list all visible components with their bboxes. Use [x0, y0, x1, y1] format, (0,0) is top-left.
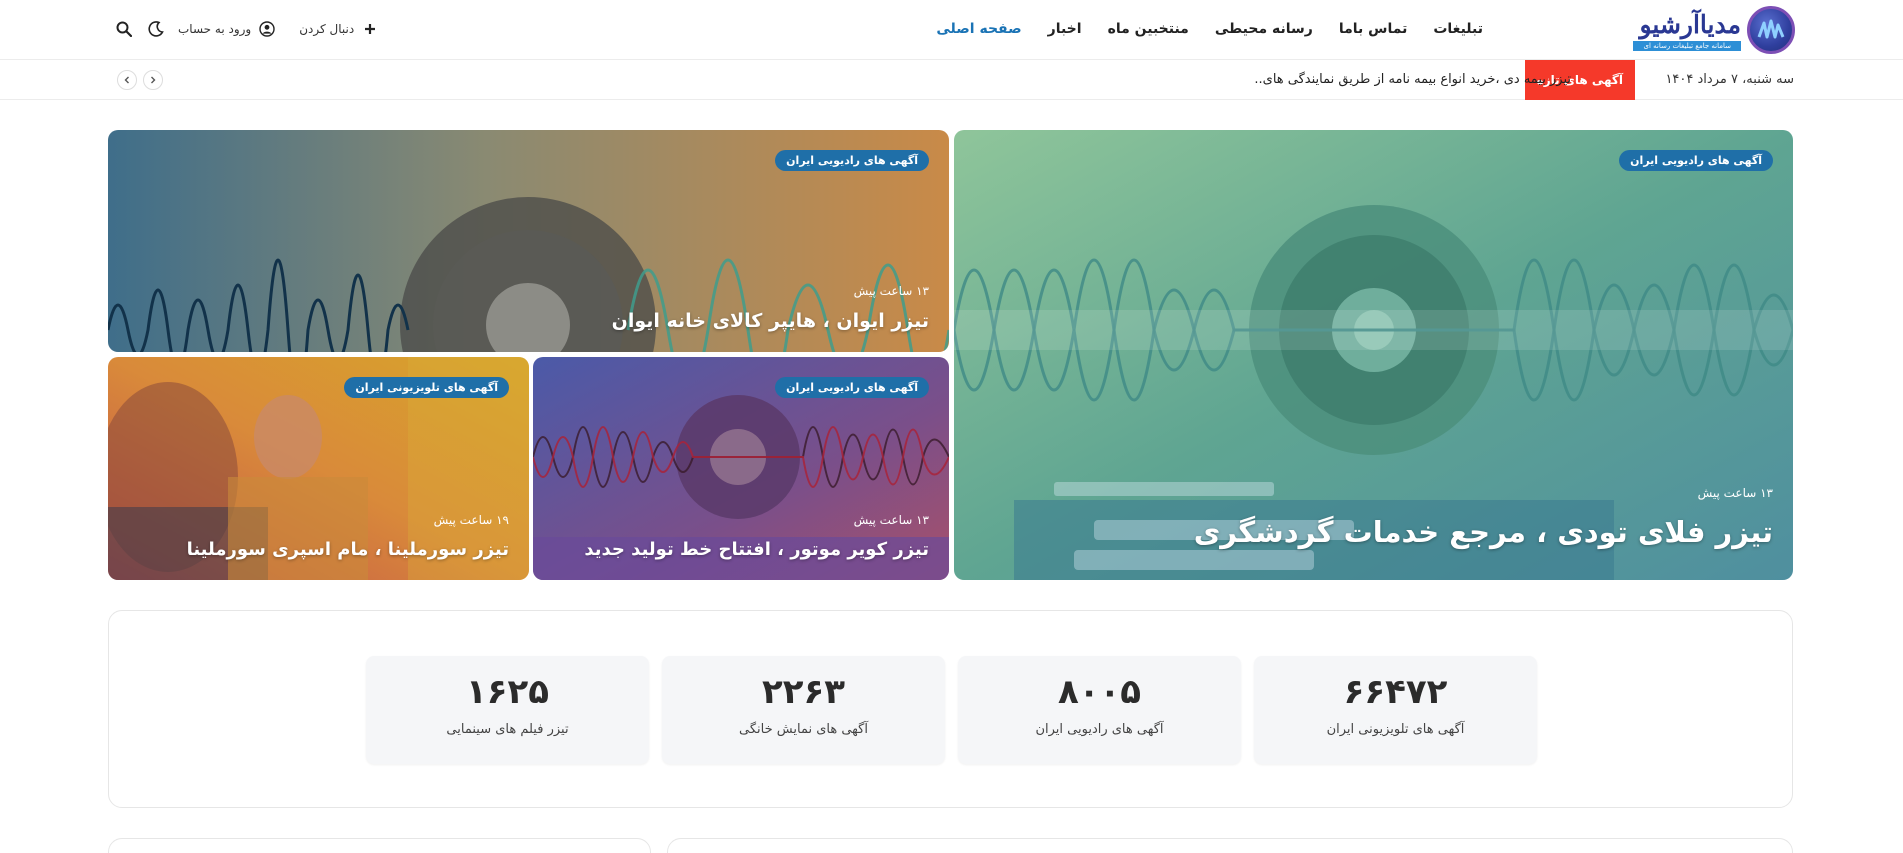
nav-item-outdoor-media[interactable]: رسانه محیطی	[1215, 21, 1313, 37]
category-badge[interactable]: آگهی های رادیویی ایران	[775, 377, 929, 398]
moon-icon[interactable]	[146, 19, 166, 39]
stats-panel: ۶۶۴۷۲ آگهی های تلویزیونی ایران ۸۰۰۵ آگهی…	[108, 610, 1793, 808]
nav-item-home[interactable]: صفحه اصلی	[936, 21, 1021, 37]
featured-card-mid[interactable]: آگهی های رادیویی ایران ۱۳ ساعت پیش تیزر …	[533, 357, 949, 580]
ticker-prev-button[interactable]	[117, 70, 137, 90]
site-header: مدیاآرشیو سامانه جامع تبلیغات رسانه ای ص…	[0, 0, 1903, 60]
featured-card-top[interactable]: آگهی های رادیویی ایران ۱۳ ساعت پیش تیزر …	[108, 130, 949, 352]
ticker-headline[interactable]: تیزر بیمه دی ،خرید انواع بیمه نامه از طر…	[871, 60, 1571, 100]
featured-card-main[interactable]: آگهی های رادیویی ایران ۱۳ ساعت پیش تیزر …	[954, 130, 1793, 580]
stat-card-tv-ads: ۶۶۴۷۲ آگهی های تلویزیونی ایران	[1254, 656, 1537, 764]
follow-label: دنبال کردن	[299, 22, 355, 36]
stat-value: ۶۶۴۷۲	[1343, 672, 1448, 712]
header-tools: ورود به حساب دنبال کردن	[114, 0, 380, 58]
stat-value: ۱۶۲۵	[465, 672, 549, 712]
nav-item-contact[interactable]: تماس باما	[1339, 21, 1408, 37]
stat-label[interactable]: آگهی های تلویزیونی ایران	[1254, 722, 1537, 737]
category-badge[interactable]: آگهی های رادیویی ایران	[1619, 150, 1773, 171]
stat-label[interactable]: تیزر فیلم های سینمایی	[366, 722, 649, 737]
post-title[interactable]: تیزر سورملینا ، مام اسپری سورملینا	[187, 539, 509, 560]
post-title[interactable]: تیزر ایوان ، هایپر کالای خانه ایوان	[612, 310, 929, 332]
search-icon[interactable]	[114, 19, 134, 39]
ticker-next-button[interactable]	[143, 70, 163, 90]
post-title[interactable]: تیزر کویر موتور ، افتتاح خط تولید جدید	[584, 539, 929, 560]
plus-icon	[360, 19, 380, 39]
post-time: ۱۳ ساعت پیش	[853, 284, 929, 298]
post-time: ۱۳ ساعت پیش	[853, 513, 929, 527]
stat-label[interactable]: آگهی های نمایش خانگی	[662, 722, 945, 737]
stat-card-cinema-teasers: ۱۶۲۵ تیزر فیلم های سینمایی	[366, 656, 649, 764]
login-link[interactable]: ورود به حساب	[178, 19, 277, 39]
current-date: سه شنبه، ۷ مرداد ۱۴۰۴	[1665, 72, 1794, 87]
featured-card-left[interactable]: آگهی های تلویزیونی ایران ۱۹ ساعت پیش تیز…	[108, 357, 529, 580]
logo-badge-icon	[1747, 6, 1795, 54]
category-badge[interactable]: آگهی های رادیویی ایران	[775, 150, 929, 171]
post-time: ۱۹ ساعت پیش	[433, 513, 509, 527]
stat-value: ۲۲۶۳	[761, 672, 845, 712]
logo-title: مدیاآرشیو	[1639, 9, 1741, 39]
nav-item-monthly-picks[interactable]: منتخبین ماه	[1108, 21, 1189, 37]
content-panel-left	[108, 838, 651, 853]
post-title[interactable]: تیزر فلای تودی ، مرجع خدمات گردشگری	[1194, 515, 1773, 549]
nav-item-advertising[interactable]: تبلیغات	[1433, 21, 1483, 37]
site-logo[interactable]: مدیاآرشیو سامانه جامع تبلیغات رسانه ای	[1633, 6, 1795, 54]
login-label: ورود به حساب	[178, 22, 252, 36]
logo-subtitle: سامانه جامع تبلیغات رسانه ای	[1633, 40, 1741, 51]
stat-value: ۸۰۰۵	[1057, 672, 1141, 712]
news-ticker: سه شنبه، ۷ مرداد ۱۴۰۴ آگهی های تازه تیزر…	[0, 60, 1903, 100]
content-panel-right	[667, 838, 1793, 853]
user-icon	[257, 19, 277, 39]
nav-item-news[interactable]: اخبار	[1048, 21, 1082, 37]
main-nav: صفحه اصلی اخبار منتخبین ماه رسانه محیطی …	[936, 0, 1483, 58]
category-badge[interactable]: آگهی های تلویزیونی ایران	[344, 377, 509, 398]
ticker-controls	[117, 70, 163, 90]
stat-card-home-video-ads: ۲۲۶۳ آگهی های نمایش خانگی	[662, 656, 945, 764]
follow-button[interactable]: دنبال کردن	[299, 19, 380, 39]
chevron-left-icon	[124, 76, 129, 84]
chevron-right-icon	[151, 76, 156, 84]
card-image	[954, 130, 1793, 580]
stat-label[interactable]: آگهی های رادیویی ایران	[958, 722, 1241, 737]
stat-card-radio-ads: ۸۰۰۵ آگهی های رادیویی ایران	[958, 656, 1241, 764]
post-time: ۱۳ ساعت پیش	[1697, 486, 1773, 500]
